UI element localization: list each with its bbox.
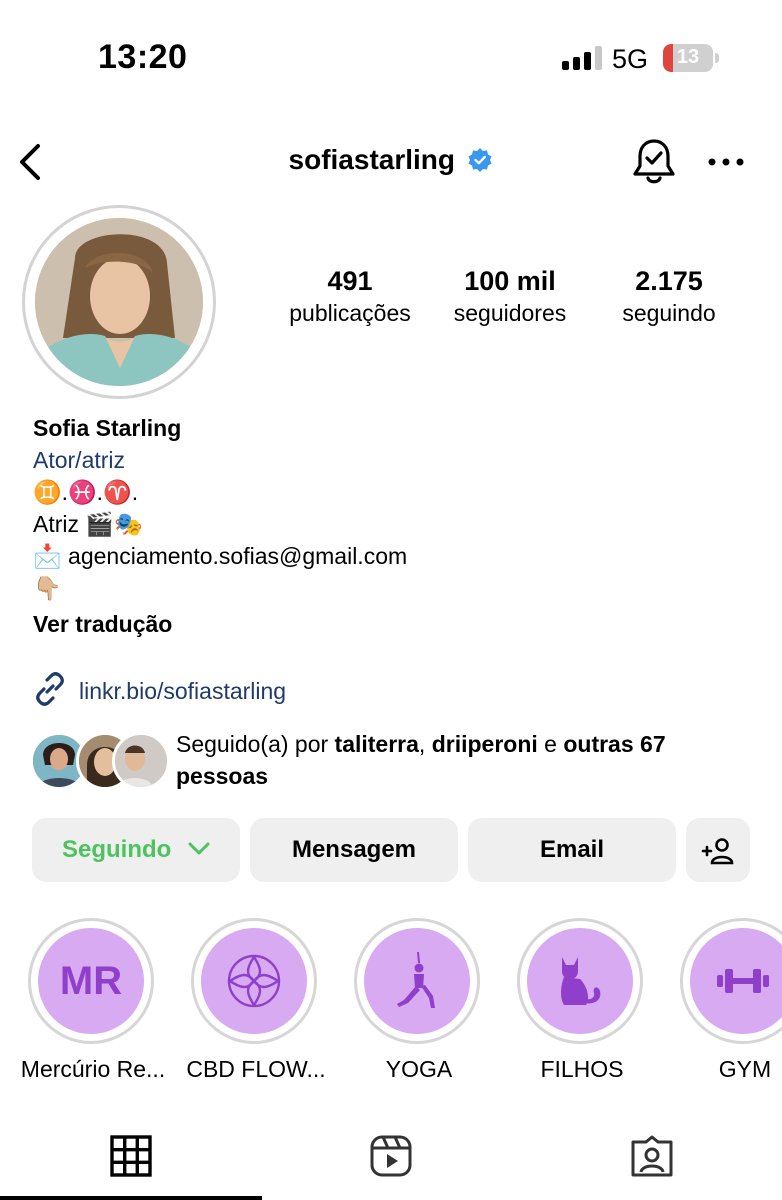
following-label: Seguindo	[62, 836, 172, 863]
highlight-label: CBD FLOW...	[186, 1056, 326, 1082]
notification-bell-icon[interactable]	[630, 136, 678, 188]
email-button[interactable]: Email	[468, 818, 676, 882]
avatar	[35, 218, 203, 386]
highlight-label: Mercúrio Re...	[20, 1056, 166, 1082]
mutual-follower-name[interactable]: driiperoni	[432, 731, 538, 757]
reels-icon[interactable]	[369, 1134, 413, 1178]
dumbbell-icon	[690, 928, 782, 1034]
highlight-cover-text: MR	[59, 958, 123, 1003]
stat-value: 100 mil	[464, 266, 556, 296]
stat-label: publicações	[289, 300, 411, 326]
mutual-followers-avatars[interactable]	[30, 732, 170, 792]
profile-bio: Sofia Starling Ator/atriz ♊️.♓️.♈️. Atri…	[33, 412, 733, 640]
battery-icon: 13	[663, 44, 713, 72]
profile-category[interactable]: Ator/atriz	[33, 444, 733, 476]
link-text[interactable]: linkr.bio/sofiastarling	[79, 678, 286, 705]
add-user-button[interactable]	[686, 818, 750, 882]
profile-avatar[interactable]	[22, 205, 216, 399]
grid-icon[interactable]	[109, 1134, 153, 1178]
profile-header: sofiastarling	[0, 130, 782, 194]
profile-link[interactable]: linkr.bio/sofiastarling	[33, 672, 286, 711]
bio-line: Atriz 🎬🎭	[33, 511, 143, 537]
highlight-label: FILHOS	[540, 1056, 624, 1082]
profile-tabs	[0, 1120, 782, 1200]
link-icon	[33, 672, 67, 711]
following-button[interactable]: Seguindo	[32, 818, 240, 882]
mutual-follower-name[interactable]: taliterra	[335, 731, 419, 757]
followers-count[interactable]: 100 mil seguidores	[430, 266, 590, 327]
mutual-followers-text[interactable]: Seguido(a) por taliterra, driiperoni e o…	[176, 728, 756, 792]
highlight-label: GYM	[718, 1056, 772, 1082]
cbd-flower-icon	[201, 928, 307, 1034]
bio-line: ♊️.♓️.♈️.	[33, 479, 139, 505]
tagged-icon[interactable]	[630, 1134, 674, 1178]
stat-label: seguindo	[622, 300, 716, 326]
yoga-pose-icon	[364, 928, 470, 1034]
bio-line: 📩 agenciamento.sofias@gmail.com	[33, 543, 408, 569]
stat-label: seguidores	[453, 300, 567, 326]
avatar	[112, 732, 170, 790]
bio-line: 👇🏼	[33, 575, 62, 601]
status-time: 13:20	[98, 38, 188, 76]
stat-value: 2.175	[635, 266, 703, 296]
chevron-down-icon	[188, 817, 210, 881]
message-button[interactable]: Mensagem	[250, 818, 458, 882]
active-tab-indicator	[0, 1196, 262, 1200]
posts-count[interactable]: 491 publicações	[270, 266, 430, 327]
highlight-label: YOGA	[385, 1056, 453, 1082]
profile-name: Sofia Starling	[33, 415, 182, 441]
signal-icon	[562, 46, 602, 70]
status-bar: 13:20 5G 13	[0, 0, 782, 110]
cat-icon	[527, 928, 633, 1034]
add-user-icon	[701, 836, 735, 864]
translate-link[interactable]: Ver tradução	[33, 608, 733, 640]
profile-username: sofiastarling	[288, 144, 456, 175]
verified-badge-icon	[467, 147, 493, 173]
more-options-icon[interactable]	[706, 150, 746, 174]
following-count[interactable]: 2.175 seguindo	[589, 266, 749, 327]
stat-value: 491	[327, 266, 373, 296]
battery-level: 13	[676, 46, 700, 68]
network-label: 5G	[612, 44, 649, 74]
